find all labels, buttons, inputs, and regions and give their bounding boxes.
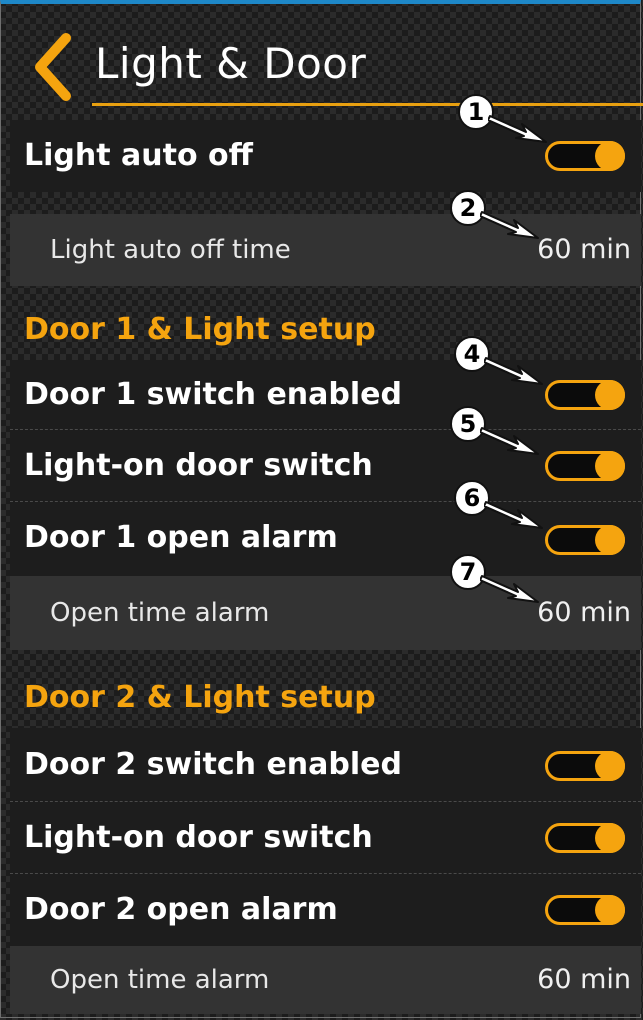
door2-open-alarm-toggle[interactable]: [545, 895, 625, 925]
door2-switch-enabled-row[interactable]: Door 2 switch enabled: [10, 728, 641, 802]
light-auto-off-label: Light auto off: [24, 138, 253, 173]
light-auto-off-time-label: Light auto off time: [50, 235, 291, 265]
toggle-knob: [595, 751, 625, 781]
toggle-knob: [595, 380, 625, 410]
light-auto-off-time-value: 60 min: [537, 234, 631, 265]
title-underline: [92, 103, 643, 106]
toggle-knob: [595, 823, 625, 853]
door2-light-on-switch-label: Light-on door switch: [24, 820, 373, 855]
callout-arrow-icon: [484, 357, 543, 385]
door1-light-on-switch-label: Light-on door switch: [24, 448, 373, 483]
door1-open-alarm-label: Door 1 open alarm: [24, 520, 338, 555]
callout-arrow-icon: [480, 211, 539, 239]
door2-open-alarm-row[interactable]: Door 2 open alarm: [10, 874, 641, 946]
toggle-knob: [595, 451, 625, 481]
door2-switch-enabled-label: Door 2 switch enabled: [24, 747, 402, 782]
callout-arrow-icon: [480, 575, 539, 603]
toggle-knob: [595, 141, 625, 171]
door1-open-time-alarm-value: 60 min: [537, 597, 631, 628]
door1-switch-enabled-toggle[interactable]: [545, 380, 625, 410]
door1-open-time-alarm-label: Open time alarm: [50, 598, 270, 628]
door2-open-time-alarm-row[interactable]: Open time alarm 60 min: [10, 946, 641, 1014]
door1-open-alarm-toggle[interactable]: [545, 525, 625, 555]
door1-section-header: Door 1 & Light setup: [24, 312, 376, 347]
toggle-knob: [595, 895, 625, 925]
door2-light-on-switch-toggle[interactable]: [545, 823, 625, 853]
door2-open-alarm-label: Door 2 open alarm: [24, 892, 338, 927]
callout-arrow-icon: [484, 501, 543, 529]
door1-switch-enabled-label: Door 1 switch enabled: [24, 377, 402, 412]
header: Light & Door: [0, 4, 643, 116]
door2-open-time-alarm-value: 60 min: [537, 964, 631, 995]
door2-switch-enabled-toggle[interactable]: [545, 751, 625, 781]
page-title: Light & Door: [95, 39, 367, 88]
door2-section-header: Door 2 & Light setup: [24, 680, 376, 715]
callout-arrow-icon: [488, 115, 547, 143]
callout-arrow-icon: [480, 427, 539, 455]
door1-light-on-switch-toggle[interactable]: [545, 451, 625, 481]
door2-light-on-switch-row[interactable]: Light-on door switch: [10, 802, 641, 874]
door2-open-time-alarm-label: Open time alarm: [50, 965, 270, 995]
back-chevron-icon[interactable]: [30, 32, 74, 102]
toggle-knob: [595, 525, 625, 555]
